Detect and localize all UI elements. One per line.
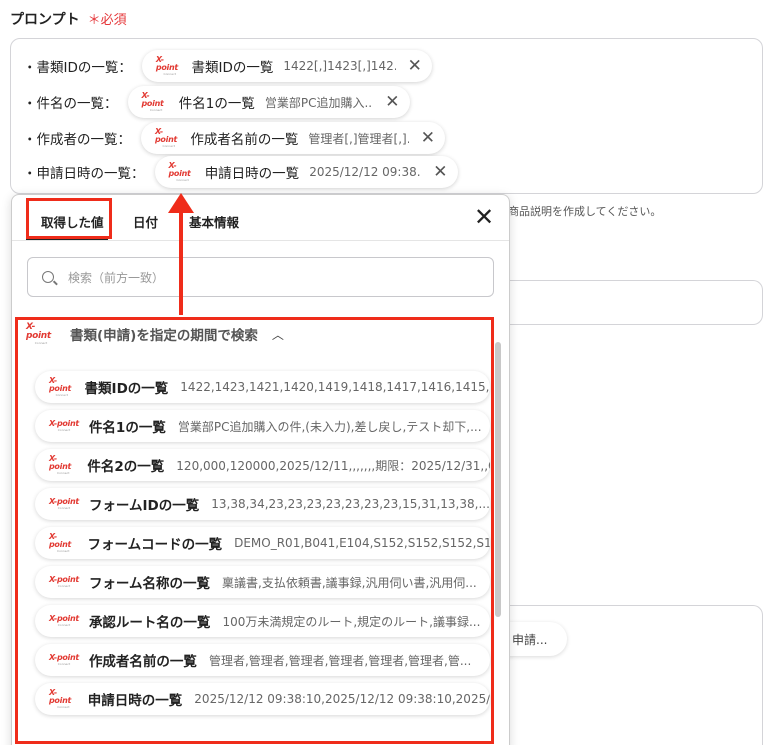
variable-chip-document-ids[interactable]: X-point Connect 書類IDの一覧 1422[,]1423[,]142… xyxy=(141,50,432,82)
prompt-field-label: プロンプト ＊必須 xyxy=(10,12,127,28)
remove-chip-icon[interactable]: ✕ xyxy=(433,163,447,181)
arrow-up-icon xyxy=(168,193,194,213)
background-input[interactable] xyxy=(510,280,763,325)
search-input[interactable]: 検索（前方一致） xyxy=(27,257,494,297)
scrollbar[interactable] xyxy=(495,342,501,617)
close-icon[interactable]: ✕ xyxy=(474,205,494,229)
chip-name: 申請日時の一覧 xyxy=(204,166,300,182)
xpoint-logo-icon: X-point Connect xyxy=(155,55,178,76)
highlight-box-list xyxy=(15,317,494,744)
search-icon xyxy=(42,271,54,283)
remove-chip-icon[interactable]: ✕ xyxy=(408,57,422,75)
required-badge: ＊必須 xyxy=(87,13,127,28)
prompt-line-creators: ・作成者の一覧： X-point Connect 作成者名前の一覧 管理者[,]管… xyxy=(23,122,445,154)
prompt-line-label: ・作成者の一覧： xyxy=(23,132,131,148)
xpoint-logo-icon: X-point Connect xyxy=(141,91,164,112)
highlight-box-tab xyxy=(26,198,112,239)
tab-basic-info[interactable]: 基本情報 xyxy=(189,212,239,231)
prompt-hint-text: 商品説明を作成してください。 xyxy=(508,205,662,218)
chip-name: 作成者名前の一覧 xyxy=(190,132,299,148)
chip-value: 営業部PC追加購入... xyxy=(264,95,374,110)
prompt-line-label: ・件名の一覧： xyxy=(23,96,118,112)
annotation-arrow xyxy=(179,210,183,315)
prompt-line-label: ・申請日時の一覧： xyxy=(23,166,145,182)
prompt-line-label: ・書類IDの一覧： xyxy=(23,60,132,76)
remove-chip-icon[interactable]: ✕ xyxy=(385,93,399,111)
variable-chip-subjects[interactable]: X-point Connect 件名1の一覧 営業部PC追加購入... ✕ xyxy=(127,86,410,118)
chip-name: 件名1の一覧 xyxy=(178,96,255,112)
chip-value: 2025/12/12 09:38... xyxy=(309,165,422,179)
remove-chip-icon[interactable]: ✕ xyxy=(421,129,435,147)
prompt-line-document-ids: ・書類IDの一覧： X-point Connect 書類IDの一覧 1422[,]… xyxy=(23,50,432,82)
prompt-input[interactable]: ・書類IDの一覧： X-point Connect 書類IDの一覧 1422[,]… xyxy=(10,38,763,194)
xpoint-logo-icon: X-point Connect xyxy=(168,161,191,182)
variable-chip-application-dates[interactable]: X-point Connect 申請日時の一覧 2025/12/12 09:38.… xyxy=(154,156,458,188)
search-placeholder: 検索（前方一致） xyxy=(68,270,165,285)
chip-value: 1422[,]1423[,]142... xyxy=(283,59,396,73)
xpoint-logo-icon: X-point Connect xyxy=(155,127,177,148)
prompt-line-application-dates: ・申請日時の一覧： X-point Connect 申請日時の一覧 2025/12… xyxy=(23,156,458,188)
chip-name: 書類IDの一覧 xyxy=(191,60,274,76)
tab-date[interactable]: 日付 xyxy=(133,212,158,231)
prompt-line-subjects: ・件名の一覧： X-point Connect 件名1の一覧 営業部PC追加購入.… xyxy=(23,86,410,118)
chip-value: 管理者[,]管理者[,]... xyxy=(308,131,409,146)
variable-chip-creators[interactable]: X-point Connect 作成者名前の一覧 管理者[,]管理者[,]... … xyxy=(141,122,445,154)
